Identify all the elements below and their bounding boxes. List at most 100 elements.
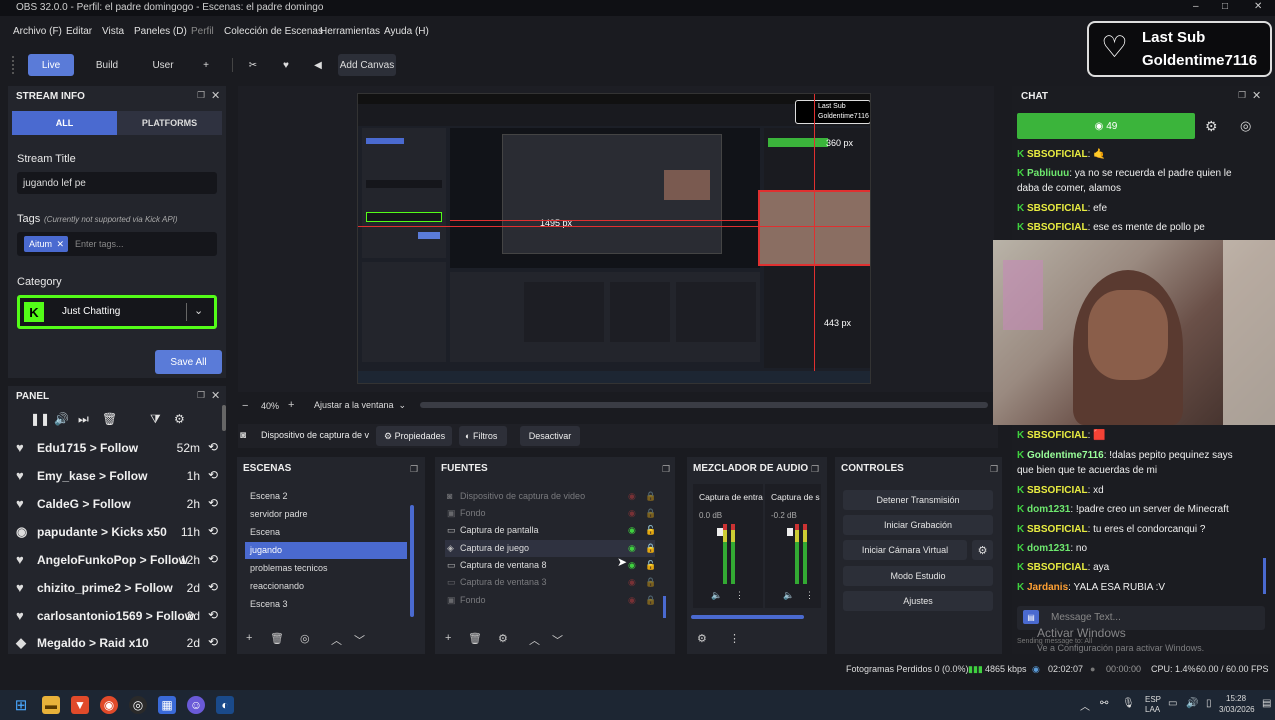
build-button[interactable]: Build bbox=[86, 54, 128, 76]
file-explorer-icon[interactable]: ▬ bbox=[42, 696, 60, 714]
filter-icon[interactable]: ⧩ bbox=[150, 412, 161, 427]
float-icon[interactable]: ❐ bbox=[197, 90, 205, 101]
scenes-scrollbar[interactable] bbox=[410, 505, 414, 617]
start-virtual-camera-button[interactable]: Iniciar Cámara Virtual bbox=[843, 540, 967, 560]
maximize-button[interactable]: □ bbox=[1222, 1, 1228, 12]
tray-chevron-icon[interactable]: ︿ bbox=[1080, 698, 1090, 713]
scene-item-selected[interactable]: jugando bbox=[245, 542, 407, 559]
fit-select[interactable]: Ajustar a la ventana ⌄ bbox=[306, 397, 410, 413]
save-all-button[interactable]: Save All bbox=[155, 350, 222, 374]
battery-icon[interactable]: ▯ bbox=[1206, 698, 1212, 709]
properties-button[interactable]: ⚙ Propiedades bbox=[376, 426, 452, 446]
activity-scrollbar[interactable] bbox=[222, 405, 226, 431]
studio-mode-button[interactable]: Modo Estudio bbox=[843, 566, 993, 586]
popout-icon[interactable]: ◎ bbox=[1240, 118, 1251, 134]
volume-icon[interactable]: 🔊 bbox=[1186, 698, 1198, 709]
tags-input[interactable]: Enter tags... bbox=[75, 239, 124, 249]
tools-icon[interactable]: ✂ bbox=[244, 54, 262, 76]
stop-streaming-button[interactable]: Detener Transmisión bbox=[843, 490, 993, 510]
discord-icon[interactable]: ☺ bbox=[187, 696, 205, 714]
zoom-out-button[interactable]: − bbox=[242, 400, 248, 412]
filter-icon[interactable]: ◎ bbox=[300, 632, 310, 645]
pin-icon[interactable]: ◀ bbox=[309, 54, 327, 76]
source-item[interactable]: ▣ Fondo ◉ 🔒 bbox=[445, 505, 656, 522]
tab-all[interactable]: ALL bbox=[12, 111, 117, 135]
user-button[interactable]: User bbox=[142, 54, 184, 76]
store-icon[interactable]: ▦ bbox=[158, 696, 176, 714]
more-icon[interactable]: ⋮ bbox=[805, 590, 814, 601]
trash-icon[interactable]: 🗑 bbox=[270, 632, 284, 645]
replay-icon[interactable]: ⟲ bbox=[208, 496, 218, 510]
start-recording-button[interactable]: Iniciar Grabación bbox=[843, 515, 993, 535]
float-icon[interactable]: ❐ bbox=[662, 464, 670, 475]
replay-icon[interactable]: ⟲ bbox=[208, 440, 218, 454]
settings-button[interactable]: Ajustes bbox=[843, 591, 993, 611]
scene-item[interactable]: servidor padre bbox=[245, 506, 407, 523]
volume-icon[interactable]: 🔈 bbox=[711, 590, 722, 601]
scene-item[interactable]: problemas tecnicos bbox=[245, 560, 407, 577]
volume-icon[interactable]: 🔈 bbox=[783, 590, 794, 601]
move-down-icon[interactable]: ﹀ bbox=[552, 632, 563, 648]
mic-icon[interactable]: 🎙 bbox=[1122, 698, 1135, 709]
preview-canvas[interactable]: 1495 px 360 px 443 px Last Sub Goldentim… bbox=[357, 93, 871, 384]
replay-icon[interactable]: ⟲ bbox=[208, 580, 218, 594]
skip-icon[interactable]: ⏭ bbox=[78, 412, 89, 427]
source-item[interactable]: ▣ Fondo ◉ 🔒 bbox=[445, 592, 656, 609]
close-icon[interactable]: ✕ bbox=[211, 389, 220, 402]
minimize-button[interactable]: – bbox=[1193, 1, 1199, 12]
menu-perfil[interactable]: Perfil bbox=[191, 26, 214, 37]
preview-hscrollbar[interactable] bbox=[420, 402, 988, 408]
category-select[interactable]: K Just Chatting ⌄ bbox=[17, 295, 217, 329]
remove-tag-icon[interactable]: ✕ bbox=[56, 236, 64, 252]
gear-icon[interactable]: ⚙ bbox=[1205, 118, 1218, 135]
menu-vista[interactable]: Vista bbox=[102, 26, 124, 37]
menu-coleccion[interactable]: Colección de Escenas bbox=[224, 26, 323, 37]
float-icon[interactable]: ❐ bbox=[990, 464, 998, 475]
replay-icon[interactable]: ⟲ bbox=[208, 468, 218, 482]
clock-time[interactable]: 15:28 bbox=[1226, 694, 1246, 703]
add-tab-button[interactable]: + bbox=[196, 54, 216, 76]
gear-icon[interactable]: ⚙ bbox=[972, 540, 993, 560]
filters-button[interactable]: ◐ Filtros bbox=[459, 426, 507, 446]
windows-start-icon[interactable]: ⊞ bbox=[12, 696, 30, 714]
close-icon[interactable]: ✕ bbox=[1252, 89, 1261, 102]
sources-scrollbar[interactable] bbox=[663, 596, 666, 618]
trash-icon[interactable]: 🗑 bbox=[468, 632, 482, 645]
add-scene-button[interactable]: + bbox=[246, 632, 252, 644]
close-icon[interactable]: ✕ bbox=[211, 89, 220, 102]
menu-herramientas[interactable]: Herramientas bbox=[320, 26, 380, 37]
float-icon[interactable]: ❐ bbox=[811, 464, 819, 475]
live-button[interactable]: Live bbox=[28, 54, 74, 76]
chrome-icon[interactable]: ◉ bbox=[100, 696, 118, 714]
add-canvas-button[interactable]: Add Canvas bbox=[338, 54, 396, 76]
move-up-icon[interactable]: ︿ bbox=[331, 632, 342, 648]
notification-icon[interactable]: ▤ bbox=[1262, 698, 1271, 709]
scene-item[interactable]: Escena 2 bbox=[245, 488, 407, 505]
tray-app-icon[interactable]: ⚯ bbox=[1100, 698, 1108, 709]
menu-editar[interactable]: Editar bbox=[66, 26, 92, 37]
float-icon[interactable]: ❐ bbox=[410, 464, 418, 475]
gear-icon[interactable]: ⚙ bbox=[498, 632, 508, 645]
move-up-icon[interactable]: ︿ bbox=[529, 632, 540, 648]
replay-icon[interactable]: ⟲ bbox=[208, 608, 218, 622]
float-icon[interactable]: ❐ bbox=[1238, 90, 1246, 101]
deactivate-button[interactable]: Desactivar bbox=[520, 426, 580, 446]
more-icon[interactable]: ⋮ bbox=[729, 632, 740, 645]
source-item[interactable]: ▭ Captura de ventana 3 ◉ 🔒 bbox=[445, 574, 656, 591]
menu-ayuda[interactable]: Ayuda (H) bbox=[384, 26, 429, 37]
source-item[interactable]: ◙ Dispositivo de captura de video ◉ 🔒 bbox=[445, 488, 656, 505]
pause-icon[interactable]: ❚❚ bbox=[30, 412, 50, 426]
float-icon[interactable]: ❐ bbox=[197, 390, 205, 401]
gear-icon[interactable]: ⚙ bbox=[697, 632, 707, 645]
steam-icon[interactable]: ◐ bbox=[216, 696, 234, 714]
language-laa[interactable]: LAA bbox=[1145, 705, 1160, 714]
chat-scrollbar[interactable] bbox=[1263, 558, 1266, 594]
volume-icon[interactable]: 🔊 bbox=[54, 412, 69, 426]
tag-chip[interactable]: Aitum ✕ bbox=[24, 236, 68, 252]
replay-icon[interactable]: ⟲ bbox=[208, 524, 218, 538]
menu-archivo[interactable]: Archivo (F) bbox=[13, 26, 62, 37]
add-source-button[interactable]: + bbox=[445, 632, 451, 644]
zoom-in-button[interactable]: + bbox=[288, 399, 294, 411]
replay-icon[interactable]: ⟲ bbox=[208, 635, 218, 649]
obs-icon[interactable]: ◎ bbox=[129, 696, 147, 714]
